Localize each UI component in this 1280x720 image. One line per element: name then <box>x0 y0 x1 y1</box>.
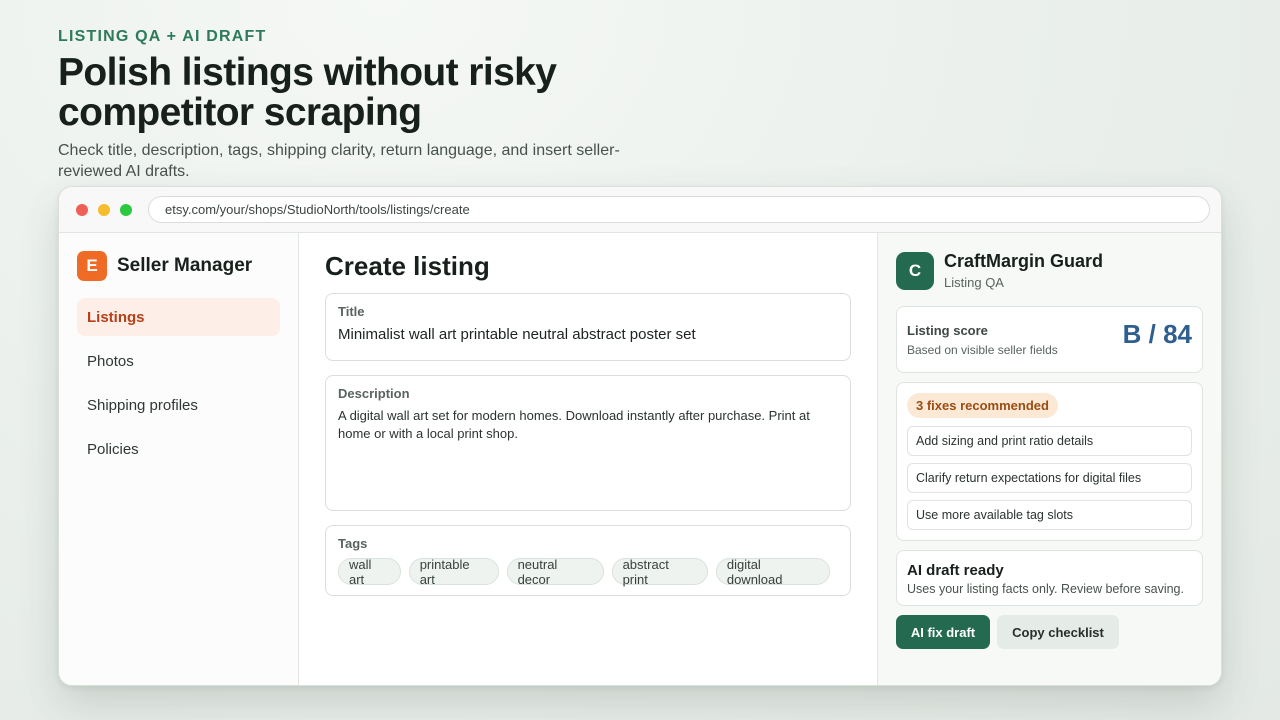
sidebar-item-shipping-profiles[interactable]: Shipping profiles <box>77 386 280 424</box>
brand-name: Seller Manager <box>117 255 253 276</box>
title-field[interactable]: Title Minimalist wall art printable neut… <box>325 293 851 361</box>
hero: LISTING QA + AI DRAFT Polish listings wi… <box>58 28 658 182</box>
title-input[interactable]: Minimalist wall art printable neutral ab… <box>338 326 838 343</box>
tags-field-label: Tags <box>338 536 368 551</box>
tag-chip[interactable]: wall art <box>338 557 401 587</box>
description-field-label: Description <box>338 386 410 401</box>
score-label: Listing score <box>907 322 988 338</box>
tag-chip[interactable]: printable art <box>408 557 499 587</box>
sidebar-item-photos[interactable]: Photos <box>77 342 280 380</box>
page-title: Create listing <box>325 251 490 281</box>
app-content: E Seller Manager Listings Photos Shippin… <box>59 233 1221 685</box>
ai-draft-card: AI draft ready Uses your listing facts o… <box>896 550 1203 606</box>
fixes-card: 3 fixes recommended Add sizing and print… <box>896 382 1203 541</box>
hero-headline: Polish listings without risky competitor… <box>58 51 557 134</box>
browser-window: etsy.com/your/shops/StudioNorth/tools/li… <box>58 186 1222 686</box>
tag-list: wall art printable art neutral decor abs… <box>338 557 838 587</box>
panel-subtitle: Listing QA <box>944 275 1004 290</box>
sidebar: E Seller Manager Listings Photos Shippin… <box>59 233 299 685</box>
title-field-label: Title <box>338 304 365 319</box>
brand: E Seller Manager <box>77 251 280 281</box>
browser-titlebar: etsy.com/your/shops/StudioNorth/tools/li… <box>59 187 1221 233</box>
description-field[interactable]: Description A digital wall art set for m… <box>325 375 851 511</box>
tag-chip[interactable]: neutral decor <box>506 557 604 587</box>
panel-title: CraftMargin Guard <box>944 251 1104 271</box>
tag-chip[interactable]: digital download <box>715 557 830 587</box>
hero-subhead: Check title, description, tags, shipping… <box>58 142 620 180</box>
tag-chip[interactable]: abstract print <box>611 557 708 587</box>
tags-field: Tags wall art printable art neutral deco… <box>325 525 851 596</box>
copy-checklist-button[interactable]: Copy checklist <box>997 615 1119 649</box>
sidebar-item-listings[interactable]: Listings <box>77 298 280 336</box>
seller-manager-logo: E <box>77 251 107 281</box>
description-textarea[interactable]: A digital wall art set for modern homes.… <box>338 407 838 443</box>
score-value: B / 84 <box>1122 319 1192 349</box>
maximize-window-dot[interactable] <box>120 203 132 216</box>
sidebar-item-policies[interactable]: Policies <box>77 430 280 468</box>
minimize-window-dot[interactable] <box>98 203 110 216</box>
draft-subtitle: Uses your listing facts only. Review bef… <box>907 582 1184 596</box>
draft-title: AI draft ready <box>907 562 1004 579</box>
address-bar[interactable]: etsy.com/your/shops/StudioNorth/tools/li… <box>148 196 1210 223</box>
ai-fix-draft-button[interactable]: AI fix draft <box>896 615 990 649</box>
fix-item[interactable]: Clarify return expectations for digital … <box>907 463 1192 493</box>
fix-item[interactable]: Add sizing and print ratio details <box>907 426 1192 456</box>
fixes-count-badge: 3 fixes recommended <box>907 393 1058 418</box>
qa-panel-header: C CraftMargin Guard Listing QA <box>896 251 1203 290</box>
fix-item[interactable]: Use more available tag slots <box>907 500 1192 530</box>
hero-eyebrow: LISTING QA + AI DRAFT <box>58 28 267 45</box>
listing-editor: Create listing Title Minimalist wall art… <box>299 233 878 685</box>
close-window-dot[interactable] <box>76 203 88 216</box>
score-subtitle: Based on visible seller fields <box>907 342 1058 357</box>
craftmargin-logo: C <box>896 251 934 290</box>
listing-score-card: Listing score Based on visible seller fi… <box>896 306 1203 373</box>
panel-actions: AI fix draft Copy checklist <box>896 615 1203 649</box>
qa-panel: C CraftMargin Guard Listing QA Listing s… <box>878 233 1221 685</box>
